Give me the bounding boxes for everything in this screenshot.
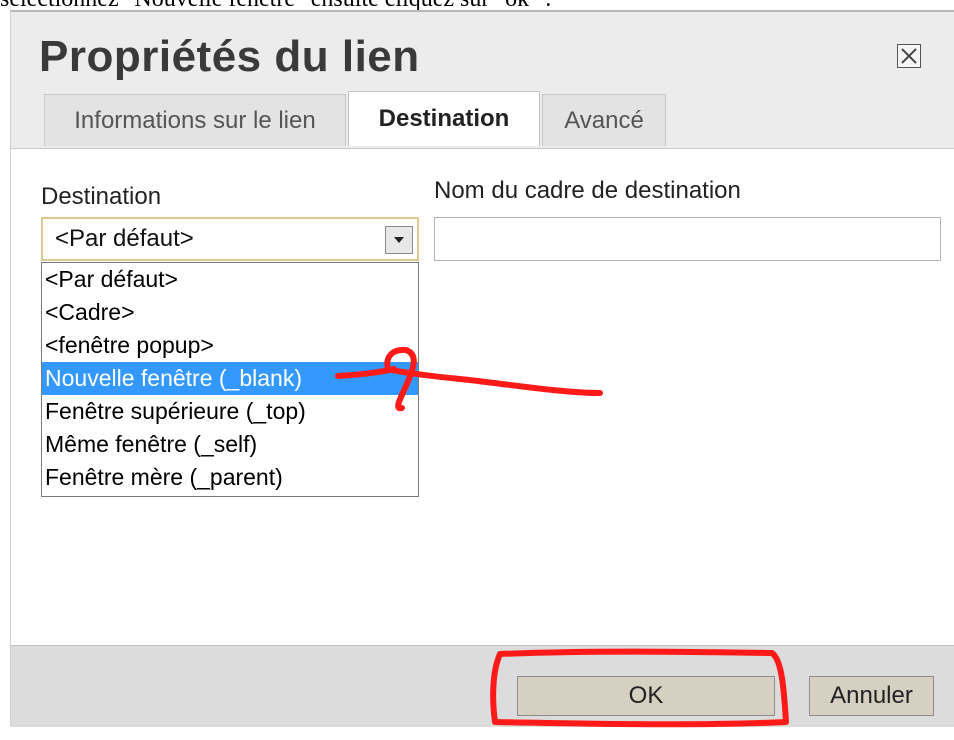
option-popup-window[interactable]: <fenêtre popup> bbox=[42, 329, 418, 362]
cancel-button[interactable]: Annuler bbox=[809, 676, 934, 716]
option-top-window[interactable]: Fenêtre supérieure (_top) bbox=[42, 395, 418, 428]
destination-options-list[interactable]: <Par défaut> <Cadre> <fenêtre popup> Nou… bbox=[41, 262, 419, 497]
option-frame[interactable]: <Cadre> bbox=[42, 296, 418, 329]
destination-label: Destination bbox=[41, 183, 162, 210]
tab-bar: Informations sur le lien Destination Ava… bbox=[44, 91, 668, 149]
destination-select-value: <Par défaut> bbox=[55, 225, 194, 252]
tab-panel-destination: Destination Nom du cadre de destination … bbox=[11, 149, 954, 645]
chevron-down-icon[interactable] bbox=[385, 226, 413, 254]
dialog-header: Propriétés du lien Informations sur le l… bbox=[11, 12, 954, 149]
destination-select[interactable]: <Par défaut> bbox=[41, 217, 419, 261]
frame-name-input[interactable] bbox=[434, 217, 941, 261]
close-icon[interactable] bbox=[897, 44, 921, 68]
dialog-footer: OK Annuler bbox=[11, 645, 954, 727]
option-default[interactable]: <Par défaut> bbox=[42, 263, 418, 296]
ok-button[interactable]: OK bbox=[517, 676, 775, 716]
tab-link-info[interactable]: Informations sur le lien bbox=[44, 94, 346, 146]
frame-name-label: Nom du cadre de destination bbox=[434, 177, 741, 204]
tab-advanced[interactable]: Avancé bbox=[542, 94, 666, 146]
option-new-window[interactable]: Nouvelle fenêtre (_blank) bbox=[42, 362, 418, 395]
tab-destination[interactable]: Destination bbox=[348, 91, 540, 146]
dialog-title: Propriétés du lien bbox=[39, 32, 420, 81]
instruction-caption: sélectionnez "Nouvelle fenêtre" ensuite … bbox=[0, 0, 954, 10]
link-properties-dialog: Propriétés du lien Informations sur le l… bbox=[10, 10, 954, 727]
option-parent-window[interactable]: Fenêtre mère (_parent) bbox=[42, 461, 418, 494]
option-same-window[interactable]: Même fenêtre (_self) bbox=[42, 428, 418, 461]
